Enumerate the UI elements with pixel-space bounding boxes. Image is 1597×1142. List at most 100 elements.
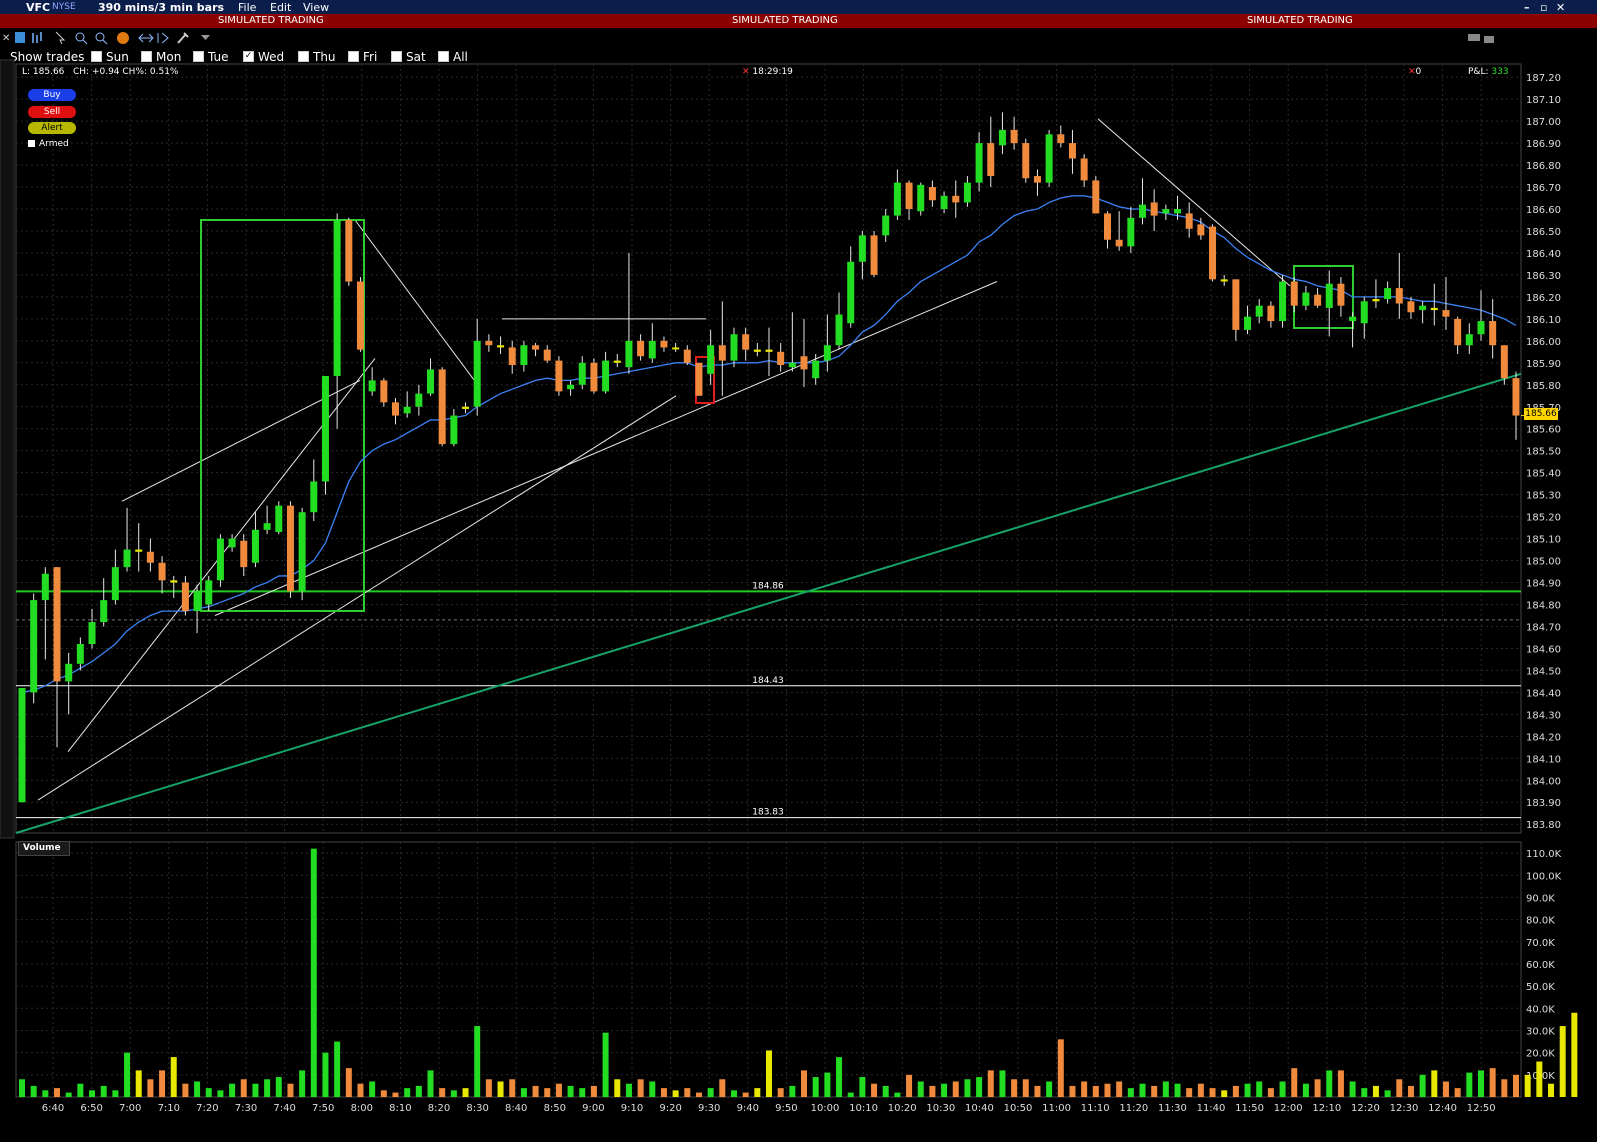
candle-body	[1255, 305, 1263, 317]
last-price-label: L: 185.66	[22, 67, 65, 77]
candle-body	[1395, 288, 1403, 304]
candle-body	[427, 369, 435, 394]
candle-body	[275, 505, 283, 532]
volume-bar	[1022, 1079, 1029, 1097]
x-tick-label: 11:40	[1197, 1103, 1226, 1114]
volume-bar	[532, 1085, 539, 1097]
volume-bar	[1302, 1083, 1309, 1097]
candle-body	[251, 529, 259, 563]
candle	[356, 277, 364, 352]
candle-body	[578, 362, 586, 385]
last-price-tag: 185.66	[1524, 408, 1558, 420]
sell-button[interactable]: Sell	[28, 106, 76, 118]
candle-body	[777, 351, 785, 366]
candle-body	[625, 340, 633, 368]
y-tick-label: 185.80	[1526, 381, 1561, 392]
volume-bar	[1139, 1083, 1146, 1097]
candle-body	[1244, 316, 1252, 330]
volume-bar	[1244, 1083, 1251, 1097]
candle-body	[1477, 321, 1485, 335]
armed-checkbox-box[interactable]	[28, 140, 35, 147]
volume-bar	[929, 1085, 936, 1097]
candle-body	[228, 538, 236, 548]
volume-bar	[392, 1092, 399, 1097]
volume-bar	[147, 1079, 154, 1097]
volume-bar	[660, 1088, 667, 1097]
candle-body	[497, 345, 505, 348]
pnl-label: P&L:	[1468, 67, 1489, 77]
y-tick-label: 185.50	[1526, 447, 1561, 458]
candle-body	[170, 580, 178, 583]
volume-bar	[439, 1088, 446, 1097]
candle	[345, 217, 353, 286]
volume-bar	[544, 1088, 551, 1097]
x-tick-label: 9:00	[582, 1103, 604, 1114]
left-scrollbar[interactable]	[0, 59, 15, 839]
clock-readout: ✕ 18:29:19	[742, 67, 793, 77]
x-tick-label: 9:40	[737, 1103, 759, 1114]
volume-bar	[1279, 1081, 1286, 1097]
volume-bar	[345, 1068, 352, 1097]
volume-bar	[976, 1077, 983, 1097]
x-tick-label: 6:50	[80, 1103, 102, 1114]
volume-bar	[964, 1079, 971, 1097]
candle-body	[730, 334, 738, 361]
candle-body	[65, 663, 73, 682]
volume-bar	[987, 1070, 994, 1097]
volume-bar	[941, 1083, 948, 1097]
volume-bar	[859, 1077, 866, 1097]
candle-body	[742, 334, 750, 350]
y-tick-label: 187.00	[1526, 117, 1561, 128]
candle-body	[240, 540, 248, 568]
volume-bar	[310, 848, 317, 1097]
candle	[18, 687, 26, 803]
volume-bar	[135, 1070, 142, 1097]
candle-body	[450, 415, 458, 445]
volume-bar	[89, 1090, 96, 1097]
candle-body	[952, 195, 960, 203]
volume-bar	[1186, 1088, 1193, 1097]
volume-bar	[509, 1079, 516, 1097]
candle-body	[1150, 202, 1158, 216]
position-readout: ✕0	[1408, 67, 1422, 77]
candle-body	[41, 573, 49, 601]
y-tick-label: 187.20	[1526, 73, 1561, 84]
candle	[298, 507, 306, 601]
volume-bar	[1384, 1090, 1391, 1097]
candle-body	[590, 362, 598, 392]
volume-bar	[240, 1079, 247, 1097]
x-tick-label: 10:30	[926, 1103, 955, 1114]
volume-bar	[159, 1070, 166, 1097]
volume-bar	[1548, 1083, 1555, 1097]
y-tick-label: 186.50	[1526, 227, 1561, 238]
volume-bar	[357, 1083, 364, 1097]
x-tick-label: 7:20	[196, 1103, 218, 1114]
candle-body	[707, 345, 715, 374]
armed-checkbox[interactable]: Armed	[28, 139, 69, 149]
candle-body	[1360, 301, 1368, 324]
clock-time: 18:29:19	[752, 67, 793, 77]
candle-body	[1057, 134, 1065, 144]
candle-body	[158, 562, 166, 581]
volume-bar	[1326, 1070, 1333, 1097]
volume-bar	[684, 1088, 691, 1097]
x-tick-label: 9:10	[621, 1103, 643, 1114]
candle-body	[18, 687, 26, 803]
alert-button[interactable]: Alert	[28, 122, 76, 134]
buy-button[interactable]: Buy	[28, 89, 76, 101]
candle-body	[392, 402, 399, 416]
candle	[555, 356, 563, 396]
candle-body	[1279, 281, 1287, 322]
candle-body	[1162, 209, 1170, 214]
candle-body	[88, 622, 96, 645]
volume-bar	[1524, 1074, 1531, 1097]
x-tick-label: 10:20	[888, 1103, 917, 1114]
volume-bar	[124, 1052, 131, 1097]
volume-bar	[1501, 1079, 1508, 1097]
volume-bar	[906, 1074, 913, 1097]
volume-bar	[30, 1085, 37, 1097]
volume-tick-label: 110.0K	[1526, 849, 1562, 860]
chart-canvas[interactable]: 187.20 187.10 187.00 186.90 186.80 186.70 186.…	[0, 0, 1597, 1142]
y-tick-label: 184.30	[1526, 710, 1561, 721]
x-tick-label: 7:00	[119, 1103, 141, 1114]
